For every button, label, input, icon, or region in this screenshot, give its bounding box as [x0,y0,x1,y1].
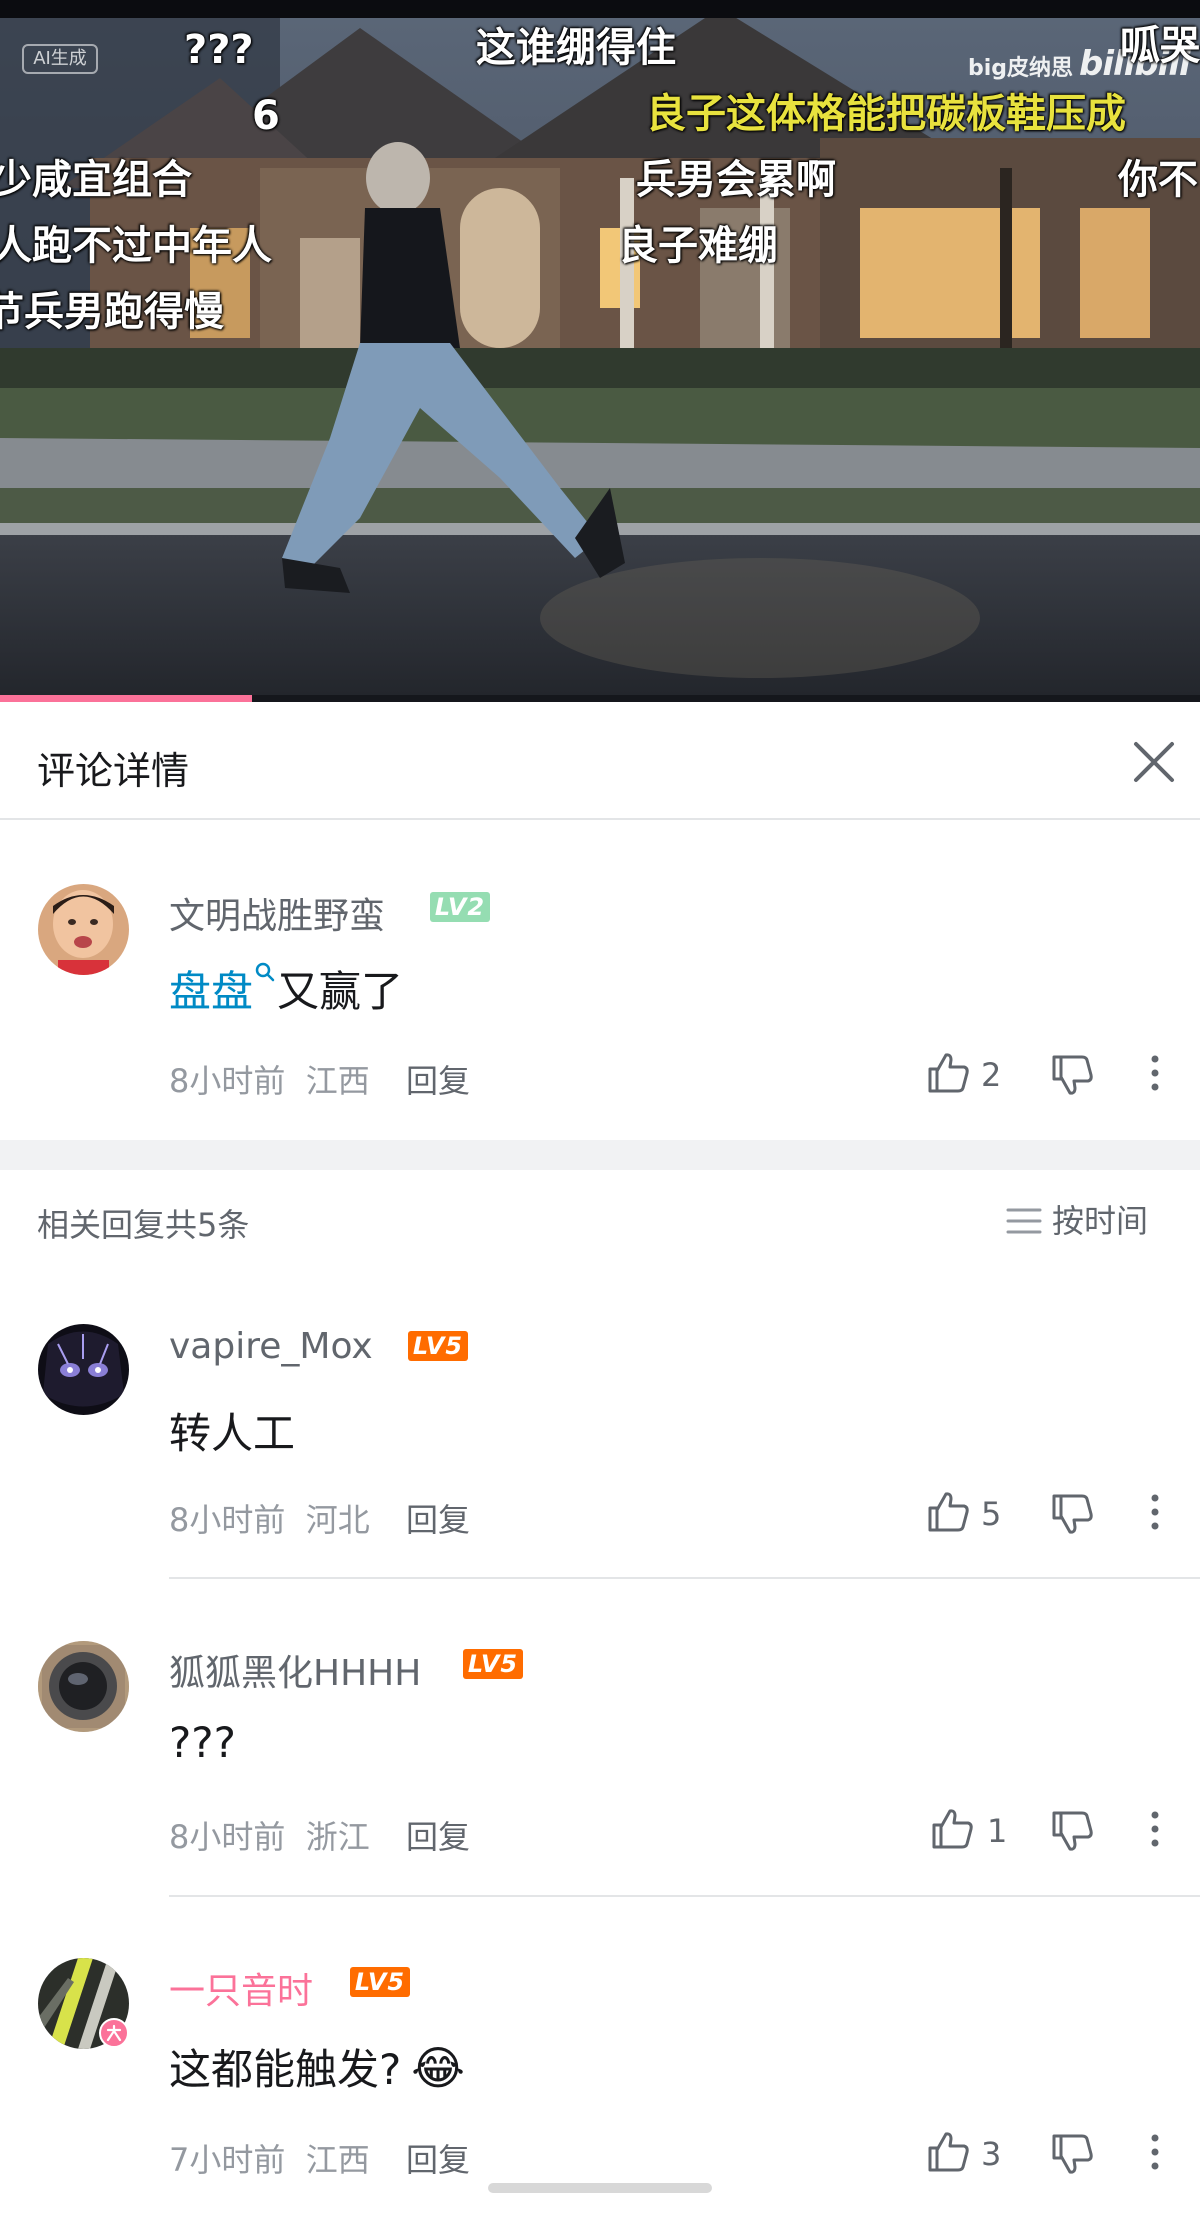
video-top-bar [0,0,1200,18]
like-count: 2 [981,1056,1002,1094]
thumbs-up-icon [928,1053,969,1093]
comment-body: 这都能触发? [169,2045,402,2094]
reply-divider [169,1577,1200,1579]
home-indicator [488,2183,712,2193]
sort-label: 按时间 [1052,1202,1149,1240]
like-count: 5 [981,1495,1002,1533]
avatar[interactable] [38,1324,129,1415]
sort-by-time-button[interactable]: 按时间 [1006,1196,1148,1242]
comment-location: 河北 [305,1501,370,1539]
section-divider [0,1140,1200,1170]
reply-button[interactable]: 回复 [406,1056,470,1102]
video-player[interactable]: AI生成 big皮纳思 bilibili ??? 这谁绷得住 呱哭 6 良子这体格… [0,0,1200,702]
username[interactable]: 文明战胜野蛮 [169,887,385,939]
reply-button[interactable]: 回复 [406,2135,470,2181]
danmaku-item: ??? [184,27,254,73]
thumbs-up-icon [928,2132,969,2172]
like-count: 1 [987,1812,1008,1850]
dislike-button[interactable] [1046,1043,1106,1103]
reply-count: 相关回复共5条 [37,1206,250,1244]
comment-meta: 7小时前 江西 [169,2135,370,2181]
close-button[interactable] [1126,734,1182,790]
panel-title: 评论详情 [37,749,190,793]
like-button[interactable] [922,1043,982,1103]
vip-badge-icon [99,2018,129,2048]
video-progress-fill [0,695,252,702]
danmaku-item: 少咸宜组合 [0,157,192,203]
search-keyword-link[interactable]: 盘盘 [169,967,253,1016]
more-options-button[interactable] [1140,1043,1170,1103]
like-button[interactable] [926,1799,986,1859]
more-vertical-icon [1151,1055,1159,1091]
danmaku-item: 良子难绷 [618,223,778,269]
comment-text: ??? [169,1718,236,1767]
comment-text: 盘盘 又赢了 [169,958,403,1019]
avatar-image [38,1324,129,1415]
avatar-image [38,884,129,975]
danmaku-item: 呱哭 [1120,23,1200,69]
watermark-uploader: big皮纳思 [968,56,1074,81]
danmaku-item: 你不 [1118,157,1198,203]
comment-body: 又赢了 [277,967,404,1016]
level-badge: LV2 [430,892,490,922]
like-button[interactable] [922,2122,982,2182]
comment-location: 江西 [305,2141,370,2179]
reply-divider [169,1895,1200,1897]
more-vertical-icon [1151,1494,1159,1530]
avatar-image [38,1641,129,1732]
danmaku-item: 良子这体格能把碳板鞋压成 [646,91,1126,137]
username[interactable]: 狐狐黑化HHHH [169,1644,421,1696]
more-options-button[interactable] [1140,1482,1170,1542]
comment-time: 8小时前 [169,1818,286,1856]
danmaku-item: 这谁绷得住 [476,25,676,71]
level-badge: LV5 [408,1331,468,1361]
danmaku-item: 节兵男跑得慢 [0,289,224,335]
dislike-button[interactable] [1046,1799,1106,1859]
dislike-button[interactable] [1046,1482,1106,1542]
comment-location: 江西 [305,1062,370,1100]
like-count: 3 [981,2135,1002,2173]
level-badge: LV5 [350,1967,410,1997]
thumbs-down-icon [1052,2134,1093,2174]
username[interactable]: 一只音时 [169,1962,313,2014]
more-vertical-icon [1151,2134,1159,2170]
close-icon [1134,742,1174,782]
comment-meta: 8小时前 江西 [169,1056,370,1102]
like-button[interactable] [922,1482,982,1542]
danmaku-item: 6 [252,93,280,139]
comment-meta: 8小时前 浙江 [169,1812,370,1858]
comment-meta: 8小时前 河北 [169,1495,370,1541]
reply-button[interactable]: 回复 [406,1812,470,1858]
thumbs-up-icon [932,1809,973,1849]
search-icon [255,962,275,982]
reply-button[interactable]: 回复 [406,1495,470,1541]
level-badge: LV5 [463,1649,523,1679]
video-progress-bar[interactable] [0,695,1200,702]
danmaku-item: 兵男会累啊 [636,157,836,203]
comment-text: 这都能触发? 😂 [169,2036,465,2097]
thumbs-up-icon [928,1492,969,1532]
more-options-button[interactable] [1140,2122,1170,2182]
thumbs-down-icon [1052,1494,1093,1534]
comment-text: 转人工 [169,1409,296,1458]
comment-time: 8小时前 [169,1062,286,1100]
thumbs-down-icon [1052,1811,1093,1851]
avatar[interactable] [38,884,129,975]
list-icon [1006,1208,1042,1234]
comment-time: 7小时前 [169,2141,286,2179]
comment-time: 8小时前 [169,1501,286,1539]
username[interactable]: vapire_Mox [169,1326,373,1367]
more-vertical-icon [1151,1811,1159,1847]
laughing-emoji: 😂 [411,2041,466,2095]
comment-detail-header: 评论详情 [0,702,1200,820]
dislike-button[interactable] [1046,2122,1106,2182]
comment-location: 浙江 [305,1818,370,1856]
ai-generated-badge: AI生成 [22,44,98,74]
more-options-button[interactable] [1140,1799,1170,1859]
avatar[interactable] [38,1641,129,1732]
thumbs-down-icon [1052,1055,1093,1095]
danmaku-item: 人跑不过中年人 [0,223,272,269]
